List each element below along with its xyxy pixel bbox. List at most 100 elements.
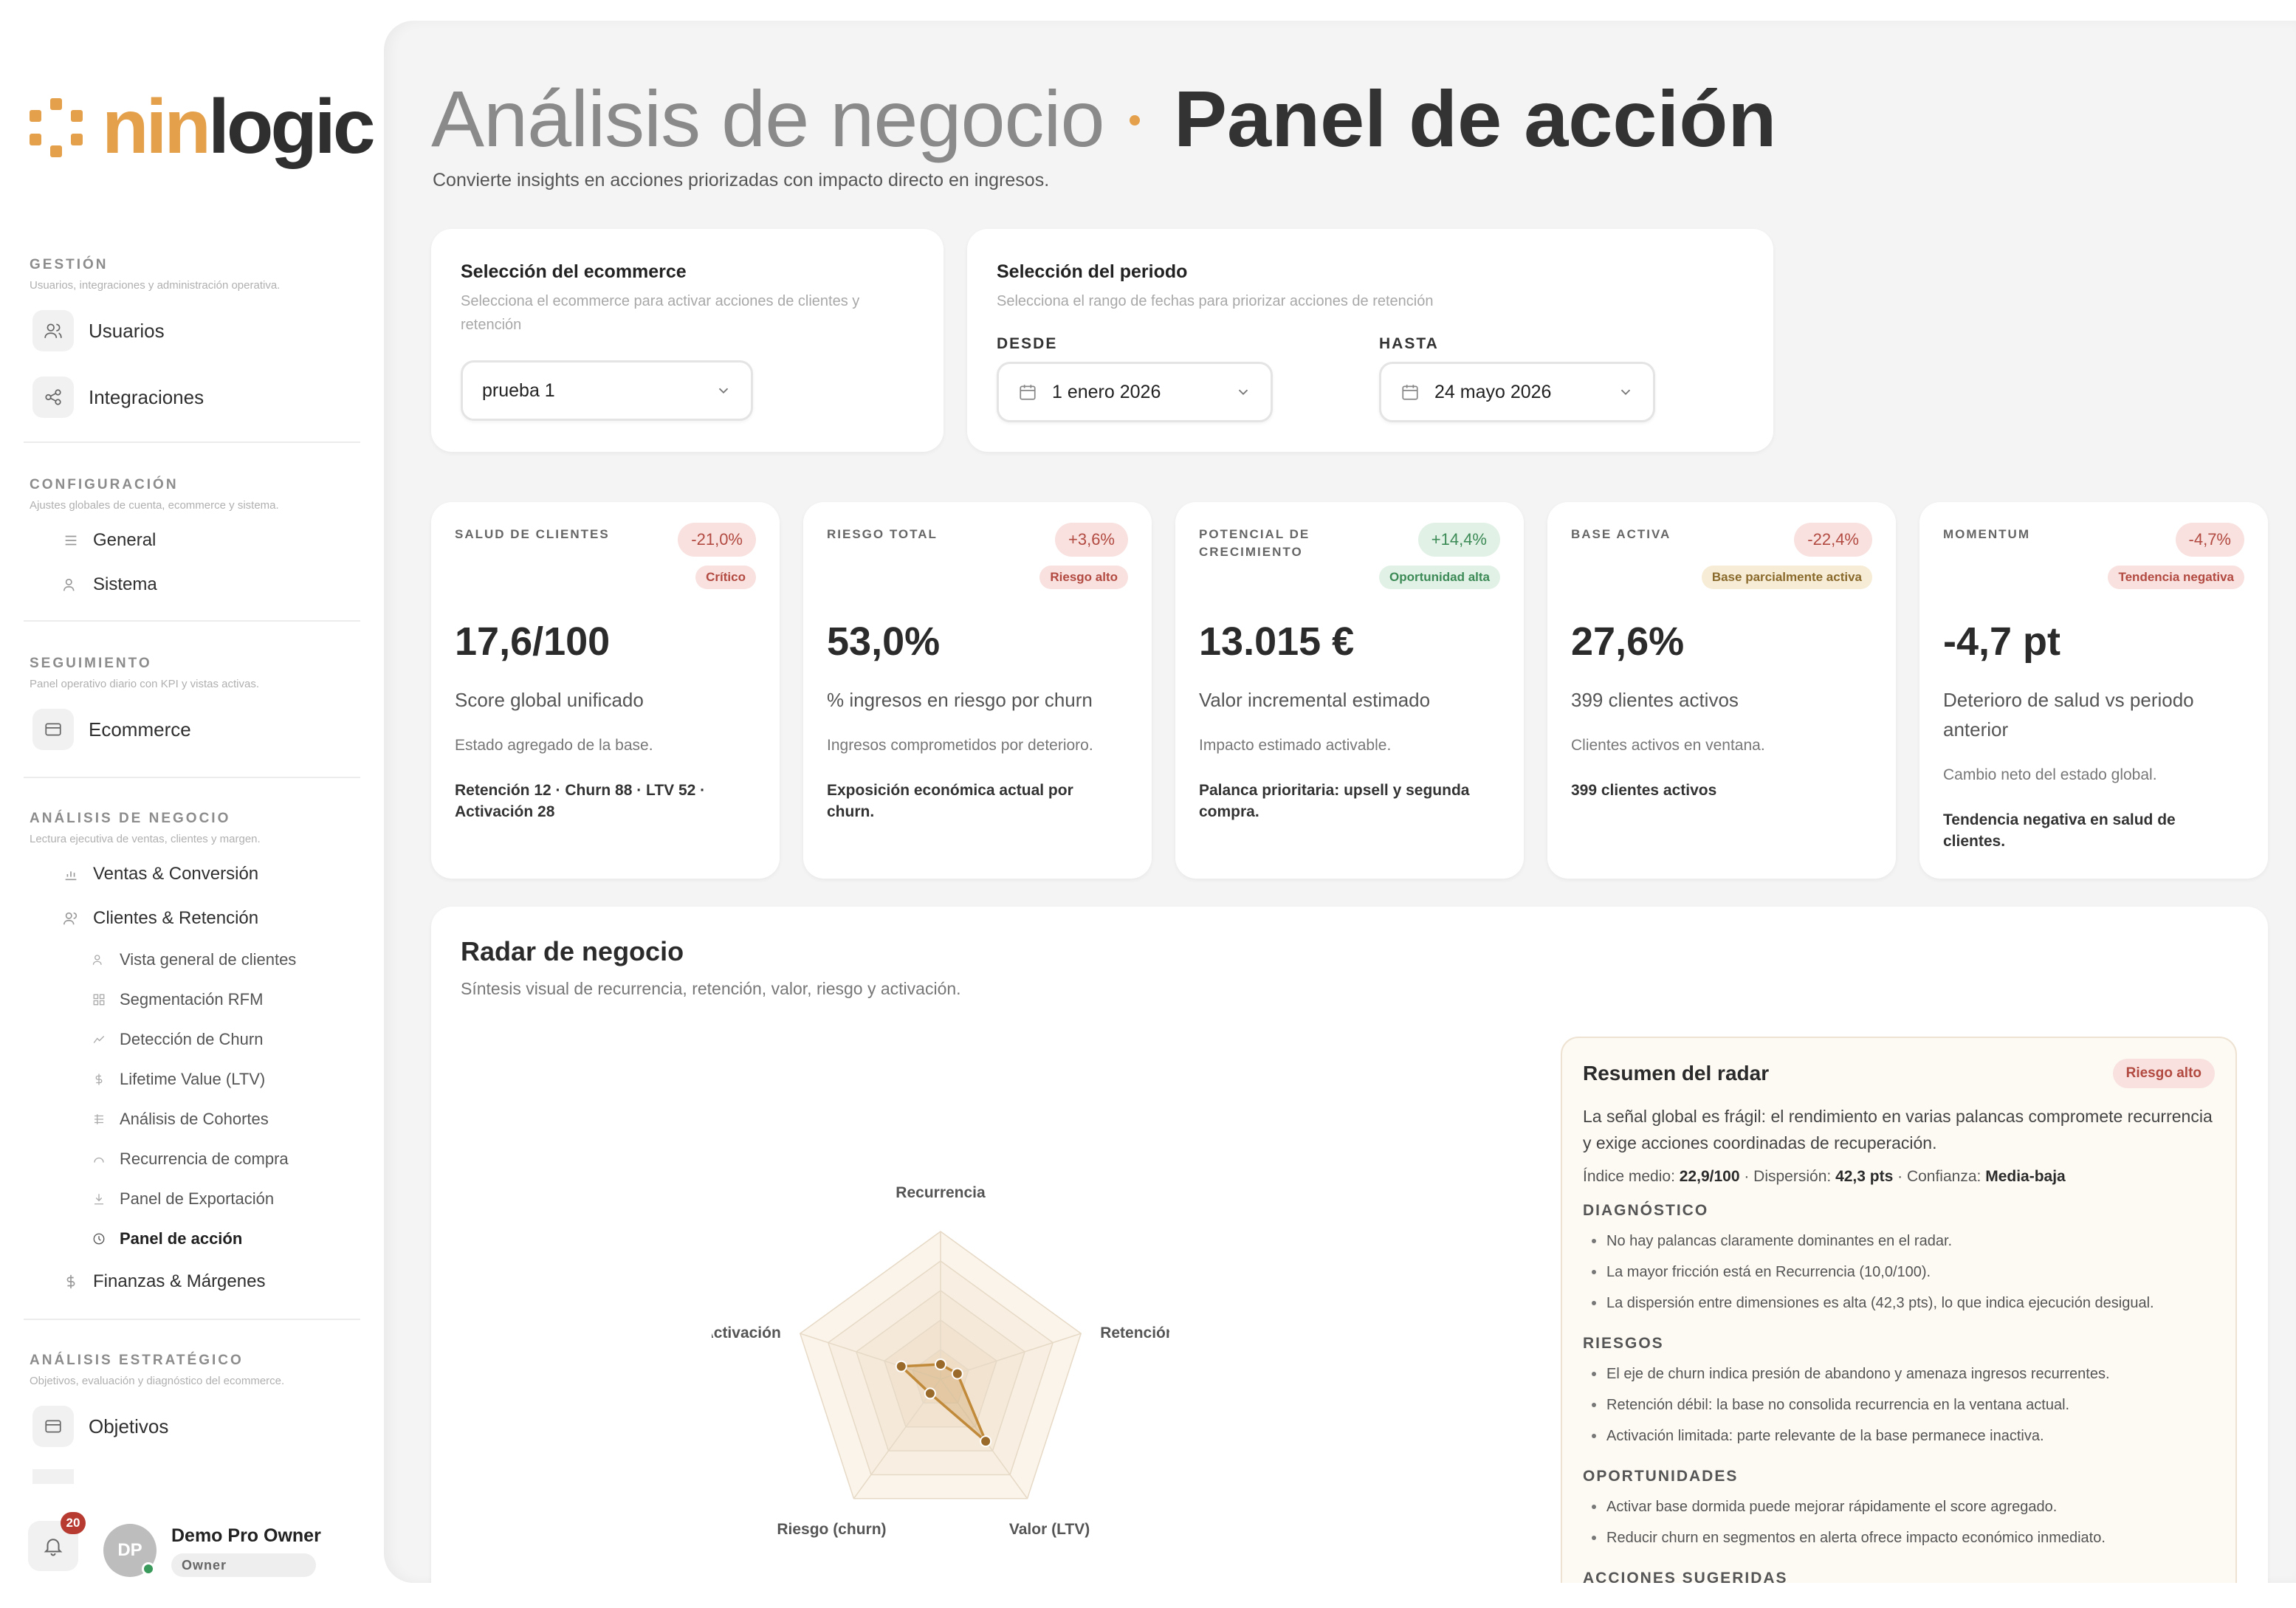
radar-card: Radar de negocio Síntesis visual de recu… bbox=[431, 907, 2268, 1583]
divider bbox=[24, 1319, 360, 1320]
sidebar-item-exportacion[interactable]: Panel de Exportación bbox=[92, 1186, 274, 1212]
sidebar-item-general[interactable]: General bbox=[62, 526, 156, 555]
sidebar-item-integraciones[interactable]: Integraciones bbox=[32, 374, 204, 421]
list-item: Reducir churn en segmentos en alerta ofr… bbox=[1583, 1522, 2215, 1553]
section-gestion: GESTIÓN Usuarios, integraciones y admini… bbox=[30, 257, 280, 292]
acciones-heading: ACCIONES SUGERIDAS bbox=[1583, 1570, 1788, 1583]
diagnostico-list: No hay palancas claramente dominantes en… bbox=[1583, 1226, 2215, 1319]
to-label: HASTA bbox=[1379, 335, 1439, 352]
list-item: Activación limitada: parte relevante de … bbox=[1583, 1420, 2215, 1451]
section-title: ANÁLISIS DE NEGOCIO bbox=[30, 811, 231, 826]
date-to-select[interactable]: 24 mayo 2026 bbox=[1379, 362, 1655, 422]
diagnostico-heading: DIAGNÓSTICO bbox=[1583, 1202, 1709, 1219]
kpi-status-tag: Base parcialmente activa bbox=[1701, 566, 1872, 589]
kpi-label: BASE ACTIVA bbox=[1571, 527, 1671, 541]
sidebar-item-ltv[interactable]: Lifetime Value (LTV) bbox=[92, 1066, 265, 1093]
sidebar-item-panel-accion[interactable]: Panel de acción bbox=[92, 1226, 242, 1252]
radar-data-point bbox=[935, 1358, 946, 1370]
kpi-description: Deterioro de salud vs periodo anterior bbox=[1943, 689, 2194, 741]
date-from-select[interactable]: 1 enero 2026 bbox=[997, 362, 1273, 422]
chevron-down-icon bbox=[715, 382, 732, 399]
kpi-delta-badge: -22,4% bbox=[1794, 523, 1872, 557]
ecommerce-select[interactable]: prueba 1 bbox=[461, 360, 753, 421]
kpi-description: 399 clientes activos bbox=[1571, 689, 1739, 711]
oportunidades-list: Activar base dormida puede mejorar rápid… bbox=[1583, 1491, 2215, 1553]
sidebar-item-churn[interactable]: Detección de Churn bbox=[92, 1026, 263, 1053]
kpi-delta-badge: -4,7% bbox=[2175, 523, 2244, 557]
section-seguimiento: SEGUIMIENTO Panel operativo diario con K… bbox=[30, 656, 259, 690]
list-item: La mayor fricción está en Recurrencia (1… bbox=[1583, 1257, 2215, 1288]
kpi-status-tag: Oportunidad alta bbox=[1379, 566, 1500, 589]
sidebar-item-sistema[interactable]: Sistema bbox=[62, 570, 157, 599]
summary-metrics: Índice medio: 22,9/100 · Dispersión: 42,… bbox=[1583, 1168, 2066, 1185]
radar-summary-panel: Resumen del radar Riesgo alto La señal g… bbox=[1561, 1037, 2237, 1583]
period-selection-card: Selección del periodo Selecciona el rang… bbox=[967, 229, 1773, 452]
sidebar-item-usuarios[interactable]: Usuarios bbox=[32, 307, 165, 354]
sidebar-item-ecommerce[interactable]: Ecommerce bbox=[32, 706, 191, 753]
bell-icon bbox=[44, 1539, 63, 1556]
kpi-status-tag: Tendencia negativa bbox=[2108, 566, 2244, 589]
kpi-note: Ingresos comprometidos por deterioro. bbox=[827, 737, 1093, 754]
kpi-description: Valor incremental estimado bbox=[1199, 689, 1431, 711]
kpi-note: Impacto estimado activable. bbox=[1199, 737, 1392, 754]
kpi-card-potencial: POTENCIAL DE CRECIMIENTO +14,4% Oportuni… bbox=[1175, 502, 1524, 879]
sidebar-item-cohortes[interactable]: Análisis de Cohortes bbox=[92, 1106, 269, 1133]
kpi-note: Cambio neto del estado global. bbox=[1943, 766, 2157, 783]
kpi-card-base-activa: BASE ACTIVA -22,4% Base parcialmente act… bbox=[1547, 502, 1896, 879]
radar-chart: Recurrencia Retención Valor (LTV) Riesgo (c… bbox=[712, 1184, 1169, 1538]
sidebar-item-recurrencia[interactable]: Recurrencia de compra bbox=[92, 1146, 289, 1172]
calendar-icon bbox=[1018, 382, 1037, 402]
sidebar-item-objetivos[interactable]: Objetivos bbox=[32, 1403, 168, 1450]
kpi-status-tag: Riesgo alto bbox=[1039, 566, 1128, 589]
section-analisis-negocio: ANÁLISIS DE NEGOCIO Lectura ejecutiva de… bbox=[30, 811, 261, 845]
section-analisis-estrategico: ANÁLISIS ESTRATÉGICO Objetivos, evaluaci… bbox=[30, 1353, 284, 1387]
user-role-badge: Owner bbox=[171, 1553, 316, 1577]
chevron-down-icon bbox=[1618, 384, 1634, 400]
sidebar-item-finanzas[interactable]: Finanzas & Márgenes bbox=[62, 1267, 265, 1296]
section-configuracion: CONFIGURACIÓN Ajustes globales de cuenta… bbox=[30, 477, 279, 512]
kpi-delta-badge: +14,4% bbox=[1417, 523, 1500, 557]
divider bbox=[24, 620, 360, 622]
radar-axis-label: Riesgo (churn) bbox=[777, 1521, 886, 1538]
sidebar-item-vista-general[interactable]: Vista general de clientes bbox=[92, 946, 296, 973]
kpi-card-riesgo: RIESGO TOTAL +3,6% Riesgo alto 53,0% % i… bbox=[803, 502, 1152, 879]
users-icon bbox=[62, 577, 80, 593]
sidebar: ninlogic GESTIÓN Usuarios, integraciones… bbox=[0, 0, 384, 1608]
online-status-dot bbox=[142, 1562, 155, 1576]
download-icon bbox=[92, 1192, 106, 1206]
users-icon bbox=[62, 910, 80, 927]
sidebar-item-ventas[interactable]: Ventas & Conversión bbox=[62, 859, 258, 889]
radar-axis-label: Recurrencia bbox=[896, 1184, 986, 1201]
logo-mark-icon bbox=[24, 94, 90, 160]
kpi-value: 53,0% bbox=[827, 619, 941, 664]
list-icon bbox=[92, 1113, 106, 1126]
bar-chart-icon bbox=[62, 866, 80, 882]
card-description: Selecciona el rango de fechas para prior… bbox=[997, 293, 1434, 309]
kpi-detail: Tendencia negativa en salud de clientes. bbox=[1943, 811, 2176, 850]
logo[interactable]: ninlogic bbox=[24, 83, 376, 171]
clock-icon bbox=[92, 1232, 106, 1245]
radar-data-point bbox=[980, 1435, 992, 1448]
from-label: DESDE bbox=[997, 335, 1058, 352]
chevron-down-icon bbox=[1235, 384, 1251, 400]
kpi-card-salud: SALUD DE CLIENTES -21,0% Crítico 17,6/10… bbox=[431, 502, 780, 879]
radar-subtitle: Síntesis visual de recurrencia, retenció… bbox=[461, 979, 961, 998]
avatar[interactable]: DP bbox=[103, 1524, 157, 1577]
kpi-description: Score global unificado bbox=[455, 689, 644, 711]
list-item: Activar base dormida puede mejorar rápid… bbox=[1583, 1491, 2215, 1522]
kpi-detail: Retención 12 · Churn 88 · LTV 52 · Activ… bbox=[455, 782, 706, 820]
kpi-detail: 399 clientes activos bbox=[1571, 782, 1717, 799]
users-icon bbox=[92, 953, 106, 966]
sidebar-item-segmentacion[interactable]: Segmentación RFM bbox=[92, 986, 263, 1013]
notifications-button[interactable]: 20 bbox=[28, 1512, 86, 1571]
summary-lead: La señal global es frágil: el rendimient… bbox=[1583, 1107, 2213, 1152]
sidebar-item-clientes[interactable]: Clientes & Retención bbox=[62, 904, 258, 933]
grid-icon bbox=[92, 993, 106, 1006]
section-subtitle: Lectura ejecutiva de ventas, clientes y … bbox=[30, 833, 261, 845]
calendar-icon bbox=[1400, 382, 1420, 402]
radar-axis-label: Activación bbox=[712, 1324, 781, 1341]
list-item: No hay palancas claramente dominantes en… bbox=[1583, 1226, 2215, 1257]
divider bbox=[24, 441, 360, 443]
radar-data-point bbox=[924, 1387, 936, 1400]
radar-data-point bbox=[951, 1367, 963, 1380]
